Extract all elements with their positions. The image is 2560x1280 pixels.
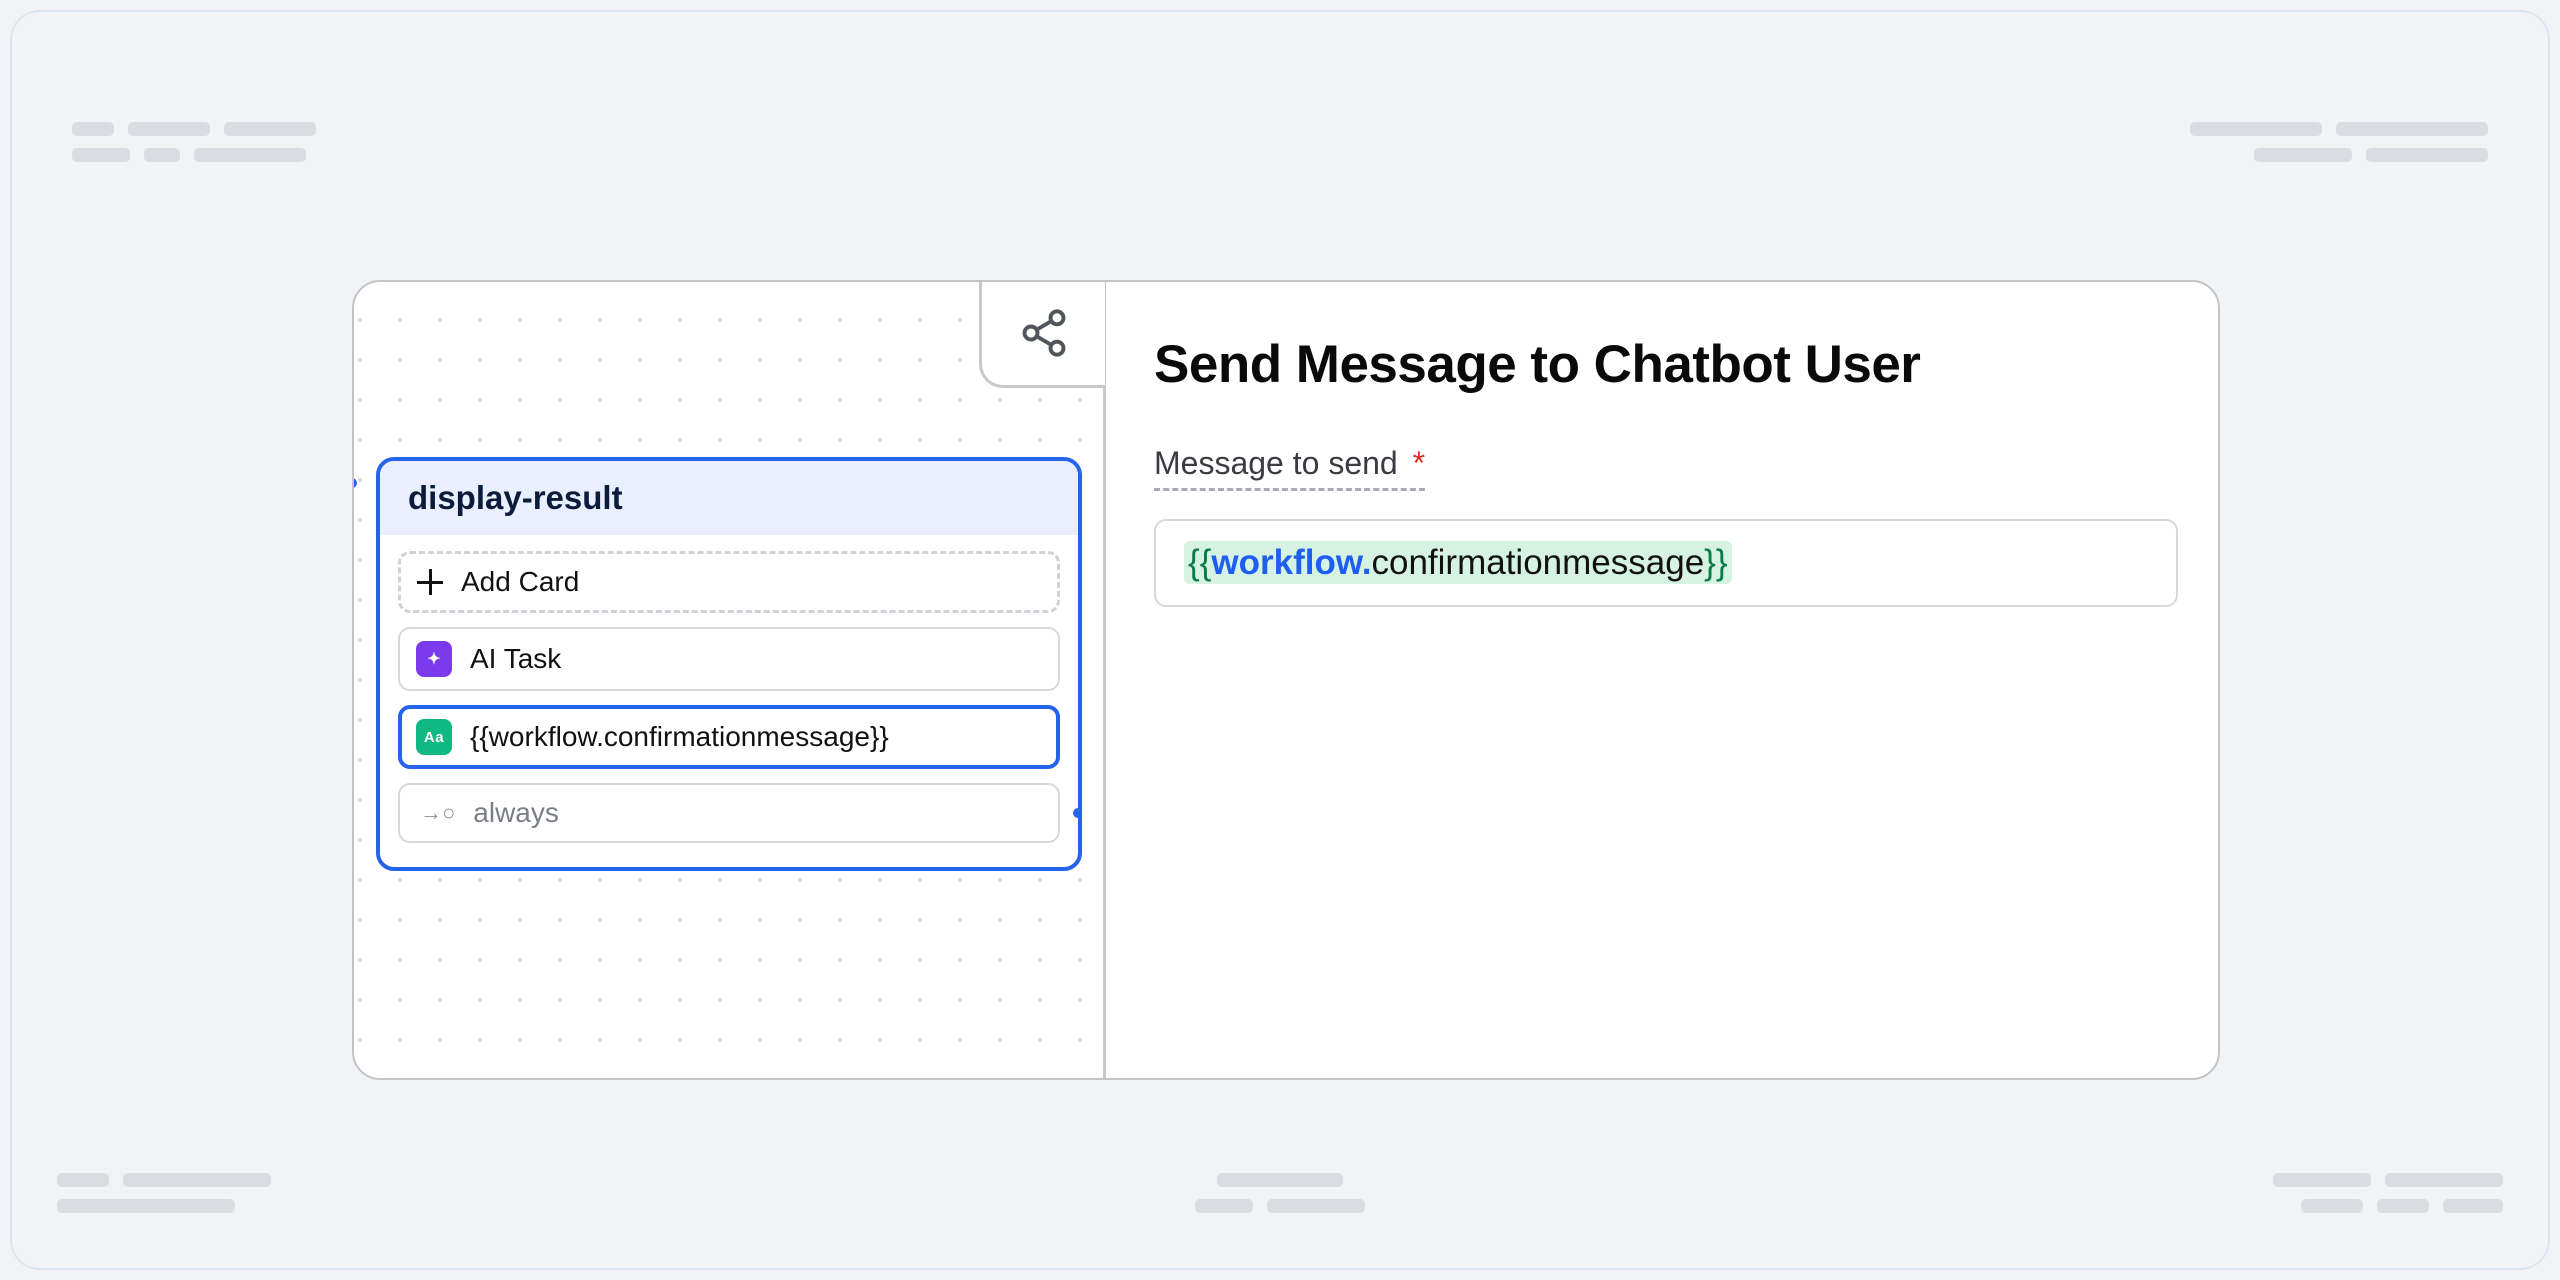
share-nodes-icon bbox=[1018, 307, 1070, 359]
workflow-node[interactable]: display-result Add Card ✦ AI Task bbox=[376, 457, 1082, 871]
placeholder-top-right bbox=[2190, 122, 2488, 162]
text-card-icon: Aa bbox=[416, 719, 452, 755]
canvas-pane[interactable]: display-result Add Card ✦ AI Task bbox=[354, 282, 1106, 1078]
inspector-title: Send Message to Chatbot User bbox=[1154, 334, 2178, 395]
placeholder-bottom-right bbox=[2273, 1173, 2503, 1213]
required-indicator: * bbox=[1413, 445, 1425, 481]
card-label: AI Task bbox=[470, 643, 561, 675]
add-card-button[interactable]: Add Card bbox=[398, 551, 1060, 613]
placeholder-bottom-center bbox=[1195, 1173, 1365, 1213]
transition-label: always bbox=[473, 797, 559, 829]
share-button[interactable] bbox=[979, 280, 1105, 388]
inspector-pane: Send Message to Chatbot User Message to … bbox=[1106, 282, 2218, 1078]
transition-row[interactable]: →○ always bbox=[398, 783, 1060, 843]
card-ai-task[interactable]: ✦ AI Task bbox=[398, 627, 1060, 691]
node-title[interactable]: display-result bbox=[380, 461, 1078, 535]
workflow-editor: display-result Add Card ✦ AI Task bbox=[352, 280, 2220, 1080]
card-send-message[interactable]: Aa {{workflow.confirmationmessage}} bbox=[398, 705, 1060, 769]
placeholder-top-left bbox=[72, 122, 316, 162]
ai-task-icon: ✦ bbox=[416, 641, 452, 677]
placeholder-bottom-left bbox=[57, 1173, 271, 1213]
card-label: {{workflow.confirmationmessage}} bbox=[470, 721, 889, 753]
node-body: Add Card ✦ AI Task Aa {{workflow.confirm… bbox=[380, 535, 1078, 867]
message-input[interactable]: {{workflow.confirmationmessage}} bbox=[1154, 519, 2178, 607]
node-output-port[interactable] bbox=[1073, 808, 1082, 818]
field-group: Message to send * {{workflow.confirmatio… bbox=[1154, 445, 2178, 607]
variable-token[interactable]: {{workflow.confirmationmessage}} bbox=[1184, 541, 1732, 584]
plus-icon bbox=[417, 569, 443, 595]
transition-icon: →○ bbox=[416, 800, 455, 826]
node-input-port[interactable] bbox=[352, 478, 357, 488]
app-frame: display-result Add Card ✦ AI Task bbox=[10, 10, 2550, 1270]
add-card-label: Add Card bbox=[461, 566, 579, 598]
field-label: Message to send * bbox=[1154, 445, 1425, 491]
